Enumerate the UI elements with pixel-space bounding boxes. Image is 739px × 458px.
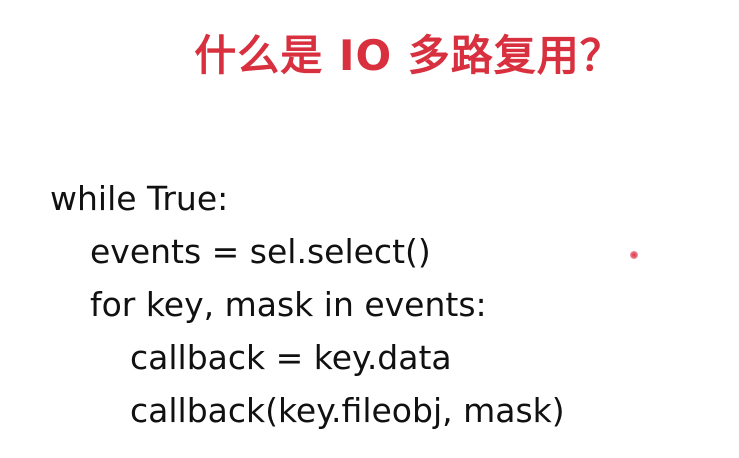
laser-pointer-dot <box>630 251 638 259</box>
code-block: while True: events = sel.select() for ke… <box>50 172 565 437</box>
code-line-for: for key, mask in events: <box>90 285 487 324</box>
code-line-callback-call: callback(key.fileobj, mask) <box>130 391 565 430</box>
slide: 什么是 IO 多路复用？ while True: events = sel.se… <box>0 0 739 458</box>
code-line-events: events = sel.select() <box>90 232 431 271</box>
code-line-while: while True: <box>50 179 229 218</box>
code-line-callback-assign: callback = key.data <box>130 338 452 377</box>
slide-title: 什么是 IO 多路复用？ <box>194 31 623 80</box>
